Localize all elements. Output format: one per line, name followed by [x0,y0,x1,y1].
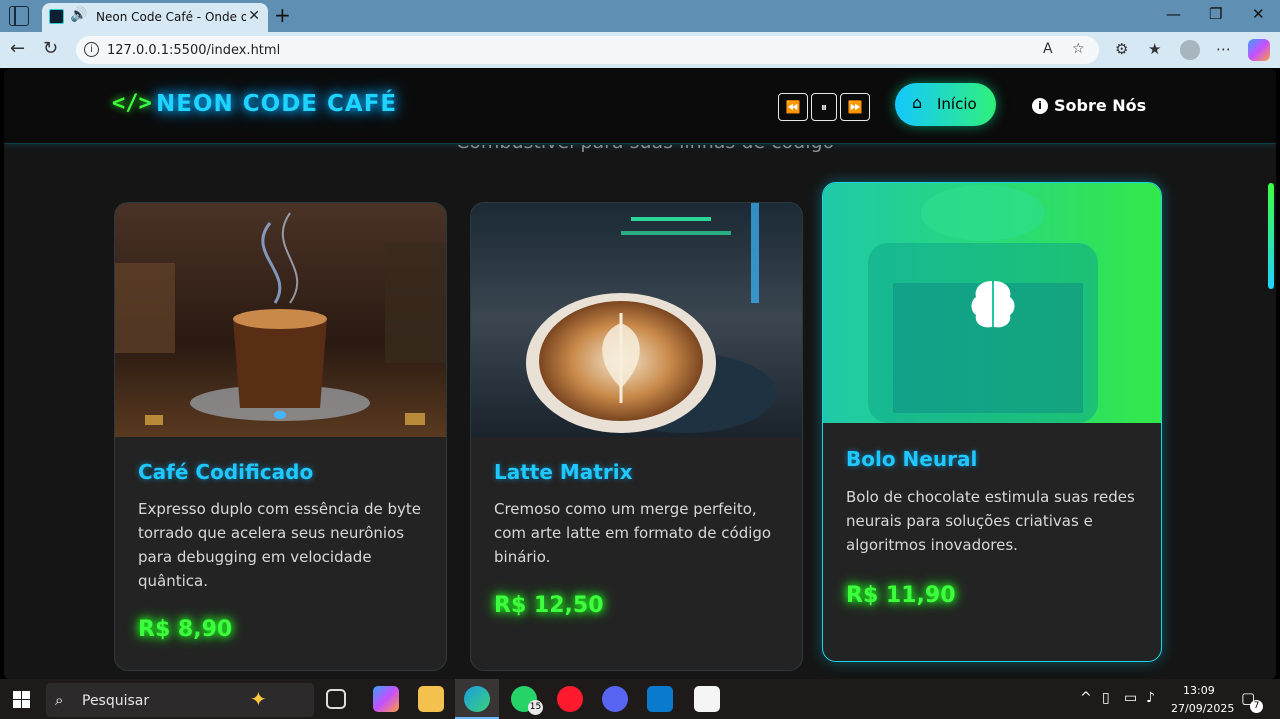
more-menu-icon[interactable]: ⋯ [1216,40,1231,58]
home-icon: ⌂ [912,93,923,112]
new-tab-icon[interactable]: + [274,3,291,27]
device-icon[interactable]: ▯ [1102,690,1110,706]
coffee-cup-photo [115,203,446,437]
product-title: Bolo Neural [846,447,978,471]
maximize-icon[interactable]: ❐ [1209,5,1222,23]
volume-icon[interactable]: ♪ [1146,690,1155,706]
chevron-up-icon[interactable]: ^ [1080,690,1092,706]
copilot-app-icon[interactable] [373,686,399,712]
whatsapp-badge: 15 [528,700,543,715]
search-placeholder: Pesquisar [82,693,150,709]
extensions-icon[interactable]: ⚙ [1115,40,1128,58]
refresh-icon[interactable]: ↻ [43,38,58,59]
notion-icon[interactable] [694,686,720,712]
close-tab-icon[interactable]: ✕ [248,8,260,24]
product-title: Café Codificado [138,460,314,484]
browser-tabstrip: 🔊 Neon Code Café - Onde o Código ✕ + — ❐… [0,0,1280,32]
speaker-icon[interactable]: 🔊 [70,7,87,23]
info-circle-icon[interactable]: i [1032,98,1048,114]
taskbar-search[interactable]: ⌕ Pesquisar ✦ [46,683,314,717]
product-price: R$ 8,90 [138,617,233,642]
cake-photo-overlay [823,183,1161,423]
sparkle-icon: ✦ [250,687,267,711]
task-view-icon[interactable] [326,689,346,709]
product-price: R$ 11,90 [846,583,956,608]
back-icon[interactable]: ← [10,38,25,59]
address-url[interactable]: 127.0.0.1:5500/index.html [107,43,280,58]
previous-track-button[interactable]: ⏪ [778,93,808,121]
product-description: Bolo de chocolate estimula suas redes ne… [846,488,1135,554]
product-price: R$ 12,50 [494,593,604,618]
clock-time[interactable]: 13:09 [1183,684,1215,697]
file-explorer-icon[interactable] [418,686,444,712]
product-card-featured[interactable]: Bolo Neural Bolo de chocolate estimula s… [822,182,1162,662]
notification-count: 7 [1250,700,1263,713]
product-description: Expresso duplo com essência de byte torr… [138,500,421,590]
read-aloud-icon[interactable]: A [1043,41,1053,57]
nav-home-button[interactable]: ⌂ Início [895,83,996,126]
tab-title: Neon Code Café - Onde o Código [96,10,246,24]
site-header: </> NEON CODE CAFÉ ⏪ ⏸ ⏩ ⌂ Início i Sobr… [4,69,1276,144]
favorites-icon[interactable]: ★ [1148,40,1161,58]
product-card[interactable]: Café Codificado Expresso duplo com essên… [114,202,447,671]
site-logo[interactable]: NEON CODE CAFÉ [156,91,397,117]
vscode-icon[interactable] [647,686,673,712]
next-track-button[interactable]: ⏩ [840,93,870,121]
latte-art-photo [471,203,802,437]
discord-icon[interactable] [602,686,628,712]
product-title: Latte Matrix [494,460,633,484]
code-brackets-icon: </> [112,91,152,116]
info-icon[interactable]: i [84,42,99,57]
minimize-icon[interactable]: — [1166,5,1181,23]
brain-icon [971,281,1015,328]
favorite-star-icon[interactable]: ☆ [1072,41,1085,57]
page-scrollbar[interactable] [1268,183,1274,289]
windows-start-icon[interactable] [13,691,30,708]
product-card[interactable]: Latte Matrix Cremoso como um merge perfe… [470,202,803,671]
profile-avatar[interactable] [1180,40,1200,60]
search-icon: ⌕ [55,691,64,709]
address-bar[interactable]: i 127.0.0.1:5500/index.html A ☆ [76,36,1099,64]
copilot-icon[interactable] [1248,39,1270,61]
pause-button[interactable]: ⏸ [811,93,837,121]
clock-date[interactable]: 27/09/2025 [1171,702,1234,715]
browser-toolbar: ← ↻ i 127.0.0.1:5500/index.html A ☆ ⚙ ★ … [0,32,1280,68]
nav-home-label: Início [937,95,977,113]
favicon-icon [49,9,64,24]
opera-icon[interactable] [557,686,583,712]
tab-actions-icon[interactable] [9,6,29,26]
page-viewport: Combustível para suas linhas de código [4,69,1276,679]
network-icon[interactable]: ▭ [1124,690,1137,706]
product-description: Cremoso como um merge perfeito, com arte… [494,500,772,566]
browser-tab-active[interactable]: 🔊 Neon Code Café - Onde o Código ✕ [42,3,268,32]
close-window-icon[interactable]: ✕ [1252,5,1265,23]
taskbar: ⌕ Pesquisar ✦ 15 ^ ▯ ▭ ♪ 13:09 27/09/202… [0,679,1280,719]
edge-icon[interactable] [464,686,490,712]
nav-about-link[interactable]: Sobre Nós [1054,96,1146,115]
